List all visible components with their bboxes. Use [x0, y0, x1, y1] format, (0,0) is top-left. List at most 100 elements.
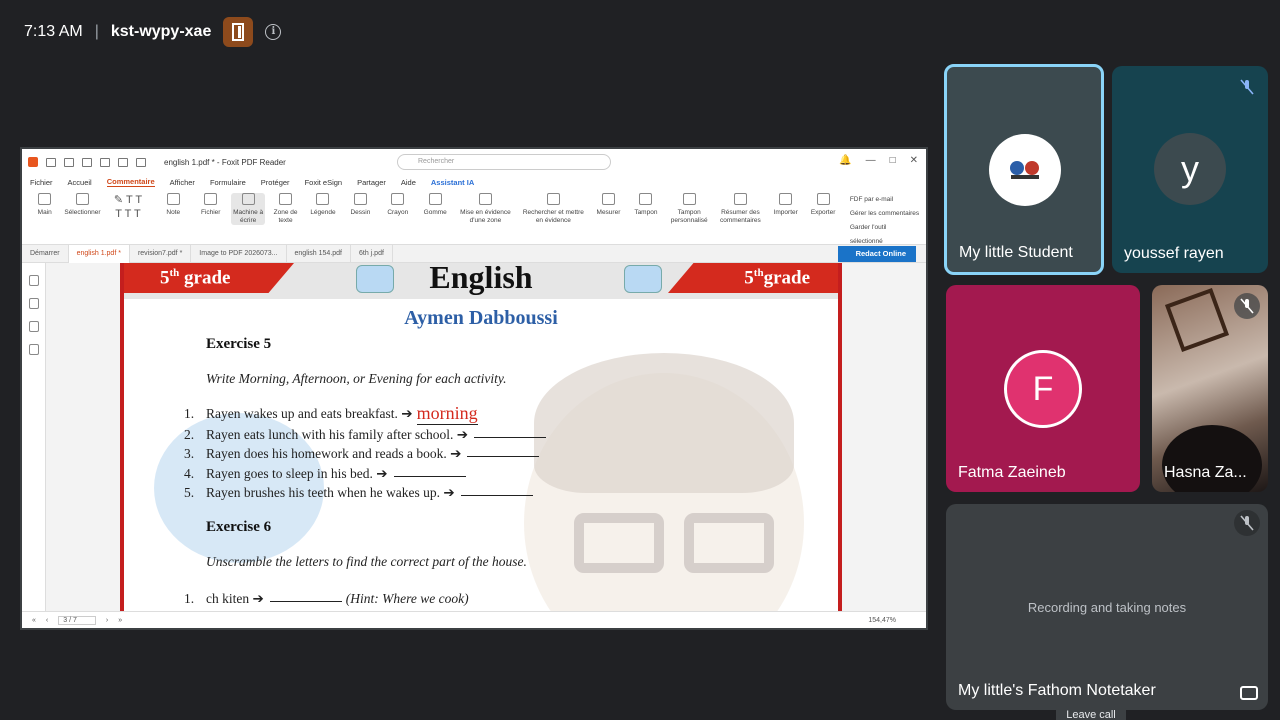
participant-tile-hasna[interactable]: Hasna Za...: [1152, 285, 1268, 492]
save-icon[interactable]: [82, 157, 92, 167]
ribbon-drawing[interactable]: Dessin: [344, 193, 377, 217]
pdf-statusbar: « ‹ 3 / 7 › » 154,47%: [22, 611, 926, 628]
menu-accueil[interactable]: Accueil: [68, 178, 92, 187]
ribbon-select[interactable]: Sélectionner: [64, 193, 101, 217]
redo-icon[interactable]: [118, 157, 128, 167]
pages-icon[interactable]: [28, 298, 39, 309]
text-tools-icon: ✎ T TT T T: [113, 194, 143, 220]
ribbon-label: Machine à écrire: [233, 209, 264, 224]
textbox-icon: [279, 193, 293, 205]
first-page-icon[interactable]: «: [32, 617, 36, 624]
document-viewport[interactable]: 5th grade 5thgrade English Aymen Dabbous…: [46, 263, 926, 613]
menu-partager[interactable]: Partager: [357, 178, 386, 187]
bookmark-icon[interactable]: [28, 275, 39, 286]
tab-6th-j[interactable]: 6th j.pdf: [351, 244, 393, 263]
ribbon-area-highlight[interactable]: Mise en évidence d'une zone: [456, 193, 515, 225]
typewriter-icon: [241, 193, 255, 205]
participant-tile-fatma-zaeineb[interactable]: F Fatma Zaeineb: [946, 285, 1140, 492]
hand-icon[interactable]: [136, 157, 146, 167]
prev-page-icon[interactable]: ‹: [46, 617, 48, 624]
school-logo-icon: [1010, 161, 1039, 179]
avatar: y: [1154, 133, 1226, 205]
stamp-icon: [639, 193, 653, 205]
menu-fichier[interactable]: Fichier: [30, 178, 53, 187]
open-icon[interactable]: [46, 157, 56, 167]
item-number: 2.: [184, 426, 195, 442]
list-item: 3. Rayen does his homework and reads a bo…: [184, 444, 546, 464]
menu-assistant-ia[interactable]: Assistant IA: [431, 178, 474, 187]
ribbon-note[interactable]: Note: [157, 193, 190, 217]
maximize-button[interactable]: □: [890, 155, 896, 166]
ribbon-eraser[interactable]: Gomme: [419, 193, 452, 217]
next-page-icon[interactable]: ›: [106, 617, 108, 624]
drawing-icon: [353, 193, 367, 205]
ribbon-callout[interactable]: Légende: [306, 193, 339, 217]
ribbon-text-tools[interactable]: ✎ T TT T T: [103, 193, 152, 221]
callout-icon: [316, 193, 330, 205]
participant-name: Hasna Za...: [1164, 464, 1247, 481]
participant-name: My little Student: [959, 244, 1073, 261]
ribbon-measure[interactable]: Mesurer: [592, 193, 625, 217]
page-indicator[interactable]: 3 / 7: [58, 615, 96, 625]
pdf-ribbon: Main Sélectionner ✎ T TT T T Note Fichie…: [22, 189, 926, 245]
item-text: Rayen eats lunch with his family after s…: [206, 426, 469, 442]
redact-online-button[interactable]: Redact Online: [837, 246, 916, 262]
select-tool-icon: [75, 193, 89, 205]
print-icon[interactable]: [64, 157, 74, 167]
foxit-app-icon: [28, 157, 38, 167]
ribbon-label: Crayon: [387, 209, 409, 216]
separator: |: [94, 23, 99, 40]
manage-comments-option[interactable]: Gérer les commentaires: [850, 207, 920, 221]
item-number: 3.: [184, 446, 195, 461]
participant-tile-my-little-student[interactable]: My little Student: [944, 64, 1104, 275]
answer-blank: [460, 483, 533, 496]
minimize-button[interactable]: —: [866, 155, 876, 166]
window-title: english 1.pdf * - Foxit PDF Reader: [164, 157, 286, 167]
ribbon-label: Résumer des commentaires: [719, 209, 761, 224]
bell-icon[interactable]: 🔔: [839, 155, 851, 166]
list-item: 4. Rayen goes to sleep in his bed. ➔: [184, 464, 546, 484]
participant-tile-fathom-notetaker[interactable]: Recording and taking notes My little's F…: [946, 504, 1268, 710]
ribbon-typewriter[interactable]: Machine à écrire: [231, 193, 265, 225]
search-input[interactable]: Rechercher: [397, 154, 611, 170]
tab-revision7[interactable]: revision7.pdf *: [130, 244, 192, 263]
ribbon-label: Tampon: [634, 209, 658, 216]
ribbon-custom-stamp[interactable]: Tampon personnalisé: [667, 193, 712, 225]
participant-tile-youssef-rayen[interactable]: y youssef rayen: [1112, 66, 1268, 273]
pip-icon[interactable]: [1240, 686, 1258, 700]
menu-foxit-esign[interactable]: Foxit eSign: [305, 178, 343, 187]
hand-tool-icon: [38, 193, 52, 205]
menu-proteger[interactable]: Protéger: [261, 178, 290, 187]
ribbon-pencil[interactable]: Crayon: [381, 193, 414, 217]
exercise-5-instructions: Write Morning, Afternoon, or Evening for…: [206, 371, 507, 386]
pdf-left-panel: [22, 263, 46, 613]
window-controls: 🔔 — □ ✕: [839, 155, 918, 166]
ribbon-export[interactable]: Exporter: [806, 193, 839, 217]
tab-start[interactable]: Démarrer: [22, 244, 69, 263]
menu-commentaire[interactable]: Commentaire: [106, 177, 155, 187]
ribbon-stamp[interactable]: Tampon: [629, 193, 662, 217]
ribbon-summarize[interactable]: Résumer des commentaires: [716, 193, 765, 225]
meeting-info-icon[interactable]: i: [265, 24, 282, 40]
last-page-icon[interactable]: »: [118, 617, 122, 624]
exercise-5-title: Exercise 5: [206, 336, 272, 352]
close-button[interactable]: ✕: [910, 155, 918, 166]
menu-aide[interactable]: Aide: [401, 178, 416, 187]
ribbon-import[interactable]: Importer: [769, 193, 802, 217]
undo-icon[interactable]: [100, 157, 110, 167]
zoom-level[interactable]: 154,47%: [868, 617, 896, 624]
tab-image-to-pdf[interactable]: Image to PDF 2026073...: [191, 244, 287, 263]
list-item: 5. Rayen brushes his teeth when he wakes …: [184, 483, 546, 503]
ribbon-search-highlight[interactable]: Rechercher et mettre en évidence: [519, 193, 588, 225]
attachment-icon[interactable]: [28, 344, 39, 355]
fdf-email-option[interactable]: FDF par e-mail: [850, 193, 920, 207]
host-controls-button[interactable]: [223, 17, 254, 47]
menu-afficher[interactable]: Afficher: [170, 178, 195, 187]
menu-formulaire[interactable]: Formulaire: [210, 178, 246, 187]
ribbon-textbox[interactable]: Zone de texte: [269, 193, 302, 225]
ribbon-main[interactable]: Main: [28, 193, 61, 217]
tab-english-1[interactable]: english 1.pdf *: [68, 244, 130, 263]
comments-icon[interactable]: [28, 321, 39, 332]
tab-english-154[interactable]: english 154.pdf: [287, 244, 351, 263]
ribbon-file[interactable]: Fichier: [194, 193, 227, 217]
